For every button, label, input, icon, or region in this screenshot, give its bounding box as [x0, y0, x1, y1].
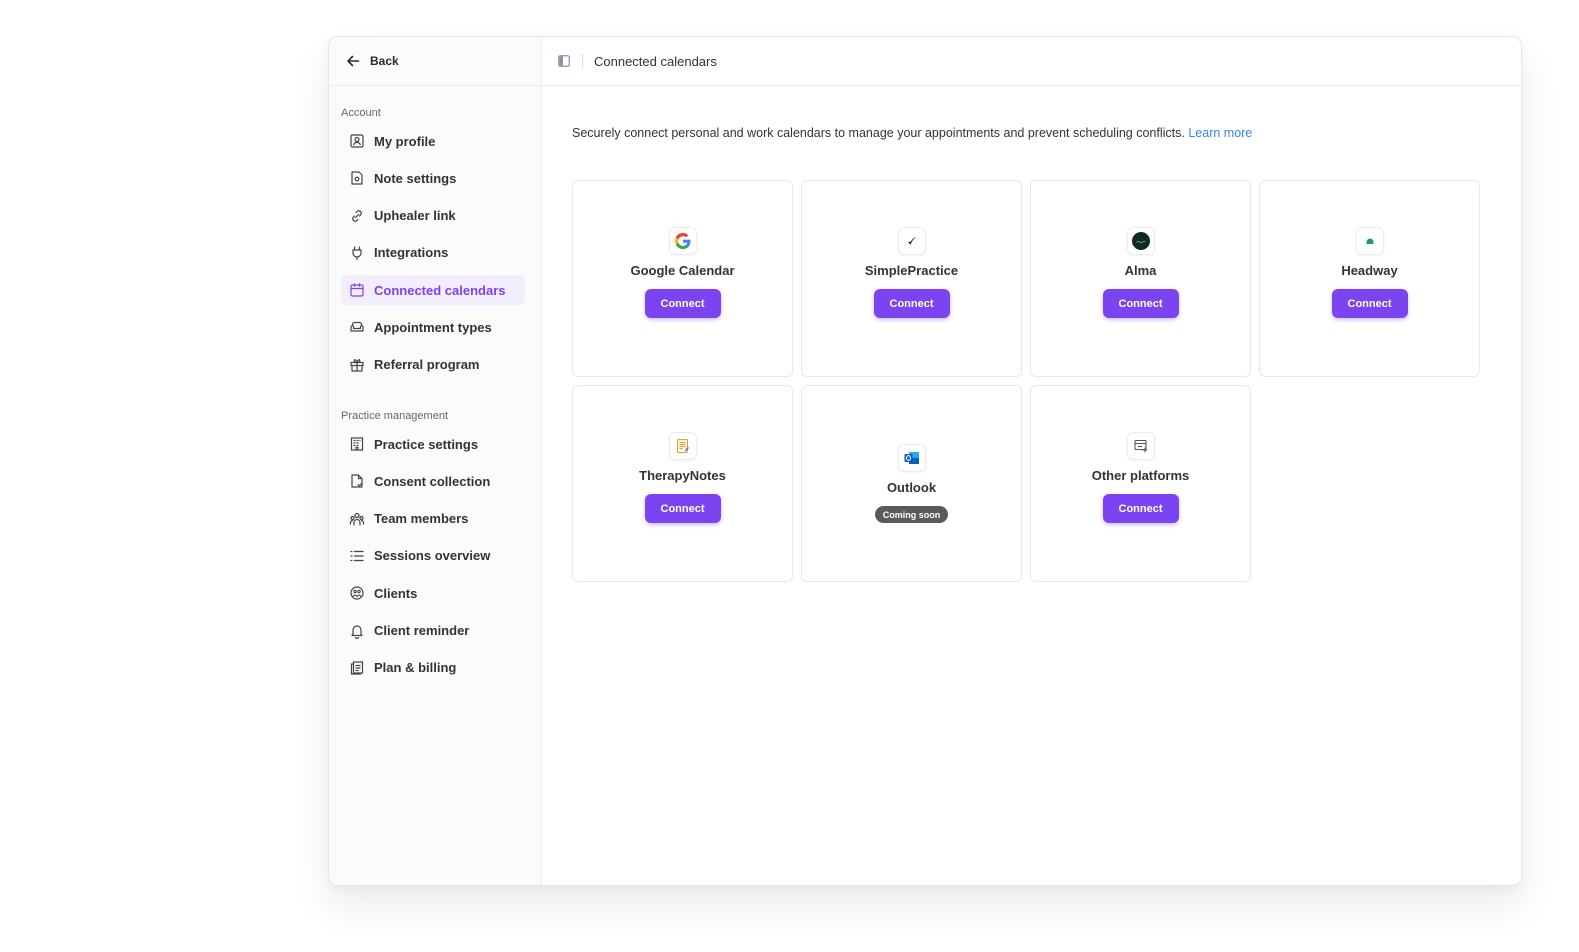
sidebar-item-plan-billing[interactable]: Plan & billing — [341, 653, 525, 683]
clients-icon — [350, 586, 364, 600]
sidebar-item-consent-collection[interactable]: Consent collection — [341, 466, 525, 496]
header-divider — [582, 54, 583, 68]
sidebar-item-integrations[interactable]: Integrations — [341, 238, 525, 268]
sidebar-header: Back — [329, 37, 541, 86]
learn-more-link[interactable]: Learn more — [1188, 126, 1252, 140]
sidebar: Back Account My profile Note settings Up… — [329, 37, 542, 885]
connect-alma-button[interactable]: Connect — [1102, 289, 1179, 318]
sidebar-item-team-members[interactable]: Team members — [341, 504, 525, 534]
panel-left-icon — [558, 55, 570, 67]
note-gear-icon — [351, 171, 363, 185]
page-title: Connected calendars — [594, 53, 717, 69]
building-icon — [350, 437, 364, 451]
billing-icon — [350, 661, 364, 675]
main-header: Connected calendars — [542, 37, 1521, 86]
sofa-icon — [350, 322, 364, 333]
sidebar-item-referral-program[interactable]: Referral program — [341, 350, 525, 380]
calendar-icon — [350, 283, 364, 297]
sidebar-item-label: Client reminder — [374, 623, 470, 639]
practice-nav: Practice settings Consent collection Tea… — [329, 423, 541, 683]
sidebar-item-label: Connected calendars — [374, 282, 506, 298]
connect-other-platforms-button[interactable]: Connect — [1102, 494, 1179, 523]
calendar-card-therapynotes: TherapyNotes Connect — [572, 385, 793, 582]
other-platforms-icon — [1133, 439, 1148, 453]
account-nav: My profile Note settings Uphealer link I… — [329, 120, 541, 380]
link-icon — [352, 209, 362, 222]
headway-icon — [1366, 238, 1373, 244]
card-title: Alma — [1124, 263, 1157, 278]
sidebar-item-label: Plan & billing — [374, 660, 457, 676]
logo-container — [1126, 227, 1155, 255]
sidebar-item-note-settings[interactable]: Note settings — [341, 163, 525, 193]
sidebar-item-label: Referral program — [374, 357, 480, 373]
connect-headway-button[interactable]: Connect — [1331, 289, 1408, 318]
card-title: SimplePractice — [864, 263, 959, 278]
list-icon — [350, 550, 364, 562]
logo-container — [1126, 432, 1155, 460]
calendar-card-google: Google Calendar Connect — [572, 180, 793, 377]
document-sign-icon — [351, 474, 363, 488]
sidebar-item-uphealer-link[interactable]: Uphealer link — [341, 201, 525, 231]
calendar-card-alma: Alma Connect — [1030, 180, 1251, 377]
sidebar-item-connected-calendars[interactable]: Connected calendars — [341, 275, 525, 306]
outlook-icon — [904, 452, 919, 464]
gift-icon — [350, 358, 364, 372]
calendar-card-outlook: Outlook Coming soon — [801, 385, 1022, 582]
sidebar-item-label: Note settings — [374, 170, 457, 186]
sidebar-item-label: Uphealer link — [374, 208, 456, 224]
calendar-card-simplepractice: SimplePractice Connect — [801, 180, 1022, 377]
bell-icon — [351, 624, 363, 639]
section-label-practice: Practice management — [341, 410, 448, 423]
sidebar-item-practice-settings[interactable]: Practice settings — [341, 429, 525, 459]
connect-therapynotes-button[interactable]: Connect — [644, 494, 721, 523]
logo-container — [668, 432, 697, 460]
logo-container — [897, 227, 926, 255]
logo-container — [668, 227, 697, 255]
sidebar-item-label: Appointment types — [374, 319, 492, 335]
back-label: Back — [370, 54, 399, 68]
card-title: Other platforms — [1091, 468, 1190, 483]
calendar-card-other-platforms: Other platforms Connect — [1030, 385, 1251, 582]
sidebar-item-label: Sessions overview — [374, 548, 491, 564]
sidebar-item-label: Integrations — [374, 245, 449, 261]
card-title: TherapyNotes — [639, 468, 726, 483]
connect-google-button[interactable]: Connect — [644, 289, 721, 318]
google-icon — [674, 233, 690, 249]
logo-container — [897, 444, 926, 472]
sidebar-item-sessions-overview[interactable]: Sessions overview — [341, 541, 525, 571]
sidebar-item-label: My profile — [374, 133, 436, 149]
card-title: Outlook — [886, 480, 937, 495]
logo-container — [1355, 227, 1384, 255]
arrow-left-icon — [347, 55, 360, 67]
back-button[interactable]: Back — [346, 54, 399, 68]
sidebar-item-clients[interactable]: Clients — [341, 578, 525, 608]
therapynotes-icon — [676, 439, 689, 453]
connect-simplepractice-button[interactable]: Connect — [873, 289, 950, 318]
section-label-account: Account — [341, 107, 381, 119]
settings-window: Back Account My profile Note settings Up… — [328, 36, 1522, 886]
simplepractice-icon — [907, 236, 916, 246]
plug-icon — [352, 246, 362, 260]
sidebar-item-appointment-types[interactable]: Appointment types — [341, 312, 525, 342]
sidebar-item-label: Clients — [374, 585, 418, 601]
sidebar-item-label: Consent collection — [374, 473, 491, 489]
coming-soon-badge: Coming soon — [874, 506, 949, 523]
sidebar-item-label: Team members — [374, 511, 469, 527]
card-title: Headway — [1341, 263, 1398, 278]
alma-icon — [1131, 232, 1150, 250]
main-content: Connected calendars Securely connect per… — [542, 37, 1521, 885]
calendar-card-headway: Headway Connect — [1259, 180, 1480, 377]
user-square-icon — [350, 134, 364, 148]
team-icon — [349, 512, 365, 526]
sidebar-item-label: Practice settings — [374, 436, 479, 452]
calendar-grid: Google Calendar Connect SimplePractice C… — [572, 180, 1482, 582]
description-text: Securely connect personal and work calen… — [572, 126, 1185, 140]
sidebar-item-client-reminder[interactable]: Client reminder — [341, 616, 525, 646]
sidebar-toggle-button[interactable] — [558, 55, 570, 67]
page-description: Securely connect personal and work calen… — [572, 126, 1252, 140]
card-title: Google Calendar — [630, 263, 735, 278]
sidebar-item-my-profile[interactable]: My profile — [341, 126, 525, 156]
